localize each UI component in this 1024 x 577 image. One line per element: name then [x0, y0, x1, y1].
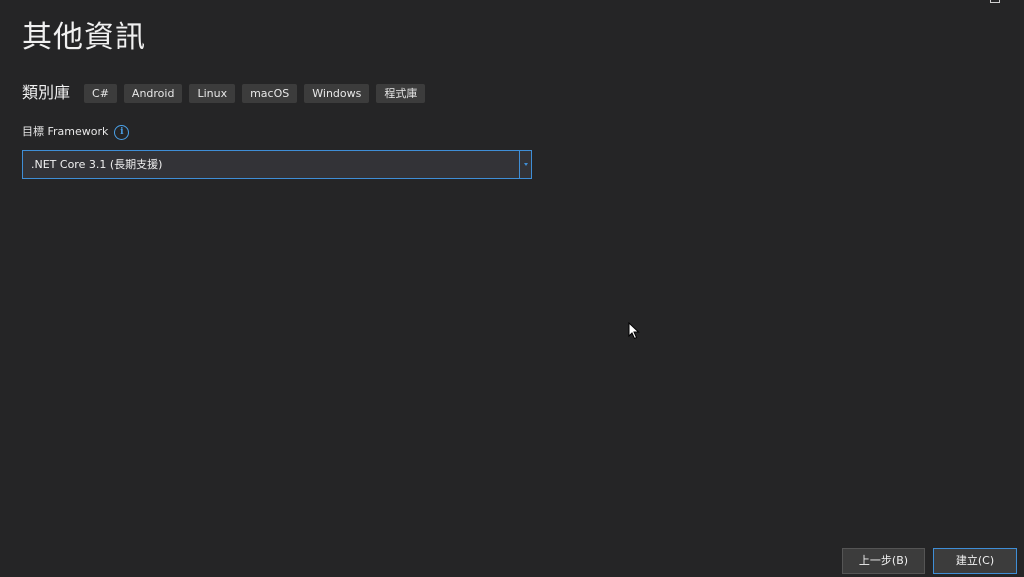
dialog-page: 其他資訊 類別庫 C# Android Linux macOS Windows … [0, 0, 1024, 577]
tags-row: 類別庫 C# Android Linux macOS Windows 程式庫 [22, 81, 432, 105]
info-icon[interactable]: i [114, 124, 130, 140]
framework-select-value: .NET Core 3.1 (長期支援) [31, 158, 163, 171]
chevron-down-icon [523, 163, 528, 166]
back-button[interactable]: 上一步(B) [842, 548, 925, 574]
page-title: 其他資訊 [22, 20, 146, 55]
tag-macos: macOS [242, 83, 298, 103]
tag-windows: Windows [304, 83, 370, 103]
tag-csharp: C# [84, 83, 117, 103]
create-button[interactable]: 建立(C) [933, 548, 1017, 574]
window-control-icon[interactable] [990, 0, 1000, 3]
framework-select[interactable]: .NET Core 3.1 (長期支援) [22, 150, 532, 179]
framework-label: 目標 Framework [22, 125, 109, 138]
template-type-label: 類別庫 [22, 83, 71, 102]
tag-linux: Linux [189, 83, 236, 103]
dropdown-button[interactable] [519, 151, 531, 178]
tag-android: Android [123, 83, 183, 103]
tag-library: 程式庫 [376, 83, 426, 103]
mouse-pointer-icon [628, 322, 640, 340]
framework-label-row: 目標 Framework i [22, 123, 130, 141]
